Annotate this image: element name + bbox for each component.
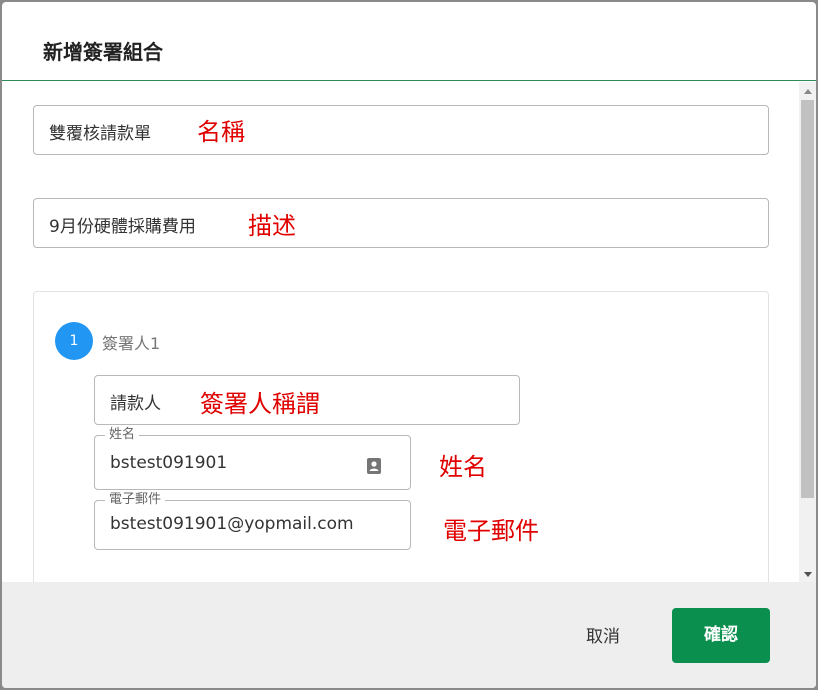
signer-name-field[interactable]: 姓名 bstest091901 [94,427,411,490]
signer-name-legend: 姓名 [105,427,140,443]
signer-name-annotation: 姓名 [439,453,487,481]
signer-email-field[interactable]: 電子郵件 bstest091901@yopmail.com [94,492,411,550]
group-description-annotation: 描述 [248,212,296,240]
cancel-button[interactable]: 取消 [568,614,638,660]
group-name-annotation: 名稱 [197,118,245,146]
group-description-field[interactable]: 9月份硬體採購費用 [33,198,769,248]
signer-step-number: 1 [55,322,93,360]
contact-book-icon[interactable] [365,457,383,475]
signer-name-value: bstest091901 [110,453,228,473]
scroll-up-arrow-icon[interactable] [804,89,812,94]
group-name-field[interactable]: 雙覆核請款單 [33,105,769,155]
dialog-content: 雙覆核請款單 名稱 9月份硬體採購費用 描述 1 簽署人1 請款人 簽署人稱謂 … [2,82,799,582]
signer-email-legend: 電子郵件 [105,492,166,508]
group-description-value: 9月份硬體採購費用 [49,217,196,237]
signer-title-annotation: 簽署人稱謂 [200,390,320,418]
create-signing-group-dialog: 新增簽署組合 雙覆核請款單 名稱 9月份硬體採購費用 描述 1 簽署人1 請款人… [2,2,816,688]
scroll-down-arrow-icon[interactable] [804,572,812,577]
dialog-title: 新增簽署組合 [43,40,163,64]
confirm-button[interactable]: 確認 [672,608,770,663]
dialog-header: 新增簽署組合 [2,2,816,81]
content-scrollbar[interactable] [799,82,816,582]
dialog-footer: 取消 確認 [2,582,816,688]
group-name-value: 雙覆核請款單 [49,124,151,144]
signer-card: 1 簽署人1 請款人 簽署人稱謂 姓名 bstest091901 姓名 電子郵件 [33,291,769,582]
signer-email-value: bstest091901@yopmail.com [110,514,354,534]
signer-step-label: 簽署人1 [102,334,161,353]
signer-title-value: 請款人 [110,394,161,414]
signer-email-annotation: 電子郵件 [443,517,539,545]
scrollbar-thumb[interactable] [801,100,814,498]
